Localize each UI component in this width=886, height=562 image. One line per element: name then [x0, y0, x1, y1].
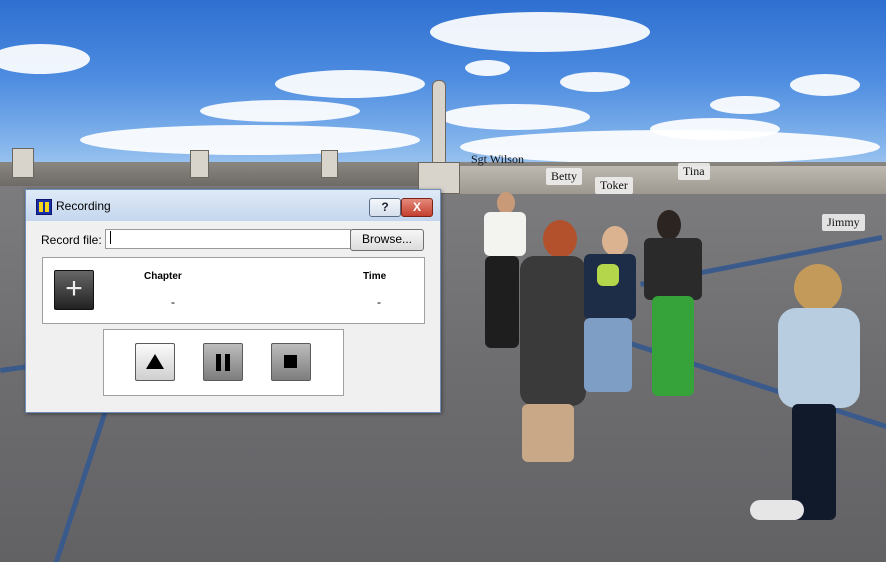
- avatar-betty[interactable]: [516, 220, 590, 466]
- name-tag-toker: Toker: [595, 177, 633, 194]
- time-value: -: [377, 295, 381, 309]
- avatar-tina[interactable]: [640, 210, 706, 400]
- app-icon: [36, 199, 52, 215]
- wall-post: [190, 150, 209, 178]
- chapter-column-header: Chapter: [144, 271, 182, 282]
- stone-wall-right: [455, 166, 886, 194]
- chapter-list[interactable]: + Chapter Time - -: [42, 257, 425, 324]
- browse-button[interactable]: Browse...: [350, 229, 424, 251]
- pause-button[interactable]: [203, 343, 243, 381]
- help-button[interactable]: ?: [369, 198, 401, 217]
- cloud: [200, 100, 360, 122]
- close-button[interactable]: X: [401, 198, 433, 217]
- pause-icon: [216, 354, 221, 371]
- name-tag-tina: Tina: [678, 163, 710, 180]
- avatar-toker[interactable]: [582, 226, 638, 398]
- name-tag-betty: Betty: [546, 168, 582, 185]
- recording-window: Recording ? X Record file: Browse... + C…: [25, 189, 441, 413]
- wall-post: [321, 150, 338, 178]
- playback-controls: [103, 329, 344, 396]
- time-column-header: Time: [363, 271, 387, 282]
- window-title: Recording: [56, 199, 111, 213]
- stop-icon: [284, 355, 297, 368]
- cloud: [430, 12, 650, 52]
- text-cursor: [110, 231, 111, 245]
- add-chapter-button[interactable]: +: [54, 270, 94, 310]
- cloud: [80, 125, 420, 155]
- title-bar[interactable]: Recording ? X: [26, 190, 440, 221]
- cloud: [710, 96, 780, 114]
- monument-column: [432, 80, 446, 172]
- cloud: [440, 104, 590, 130]
- name-tag-sgt-wilson: Sgt Wilson: [471, 152, 524, 166]
- stop-button[interactable]: [271, 343, 311, 381]
- avatar-jimmy[interactable]: [750, 264, 860, 526]
- name-tag-jimmy: Jimmy: [822, 214, 865, 231]
- pause-icon-bar: [225, 354, 230, 371]
- cloud: [275, 70, 425, 98]
- triangle-up-icon: [146, 354, 164, 369]
- record-play-button[interactable]: [135, 343, 175, 381]
- record-file-label: Record file:: [41, 233, 102, 247]
- wall-post: [12, 148, 34, 178]
- cloud: [465, 60, 510, 76]
- record-file-input[interactable]: [105, 229, 351, 249]
- chapter-value: -: [171, 295, 175, 309]
- cloud: [790, 74, 860, 96]
- cloud: [560, 72, 630, 92]
